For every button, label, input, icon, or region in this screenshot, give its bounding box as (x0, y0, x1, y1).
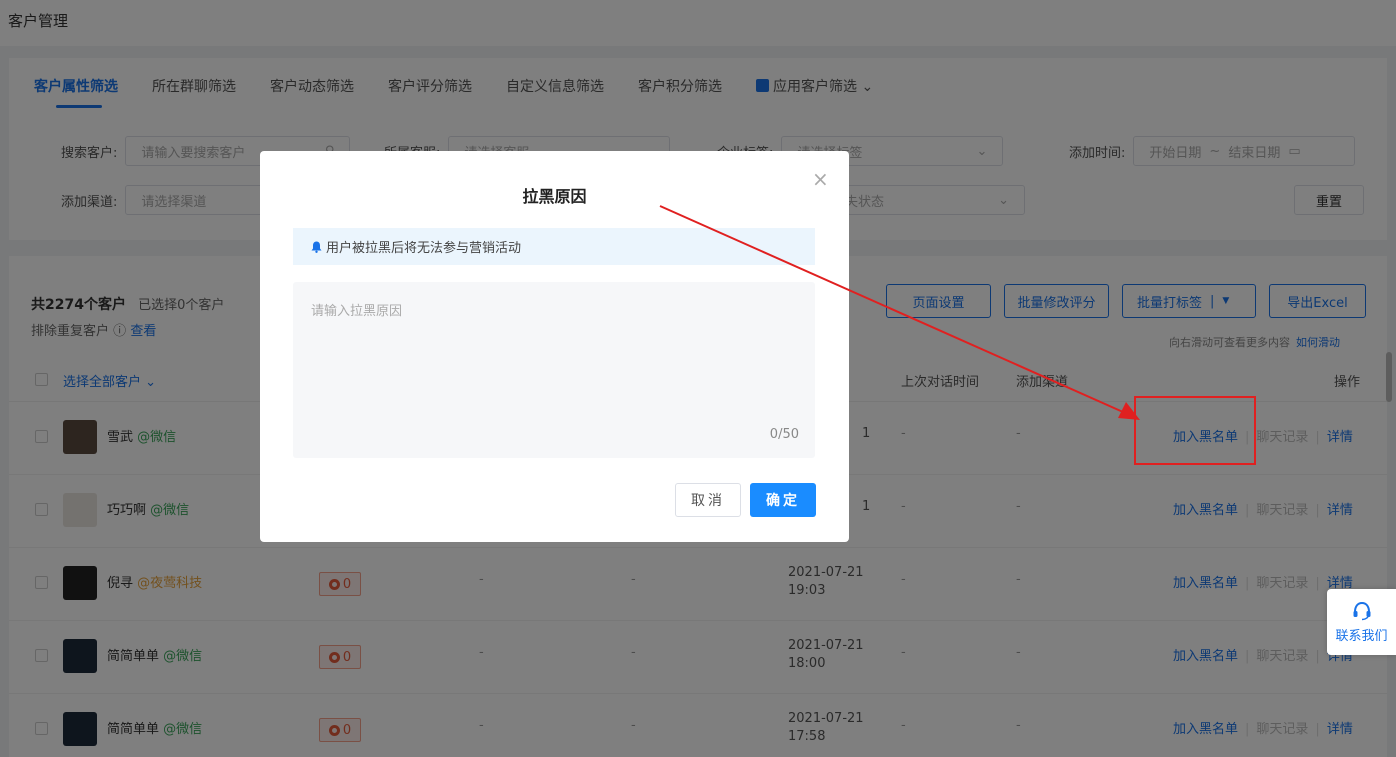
annotation-highlight-box (1134, 396, 1256, 465)
reason-textarea[interactable]: 请输入拉黑原因 0/50 (293, 282, 815, 458)
contact-us-label: 联系我们 (1335, 628, 1388, 644)
char-counter: 0/50 (769, 427, 799, 442)
reason-placeholder: 请输入拉黑原因 (311, 304, 403, 319)
cancel-button[interactable]: 取消 (675, 483, 741, 517)
headset-icon (1353, 601, 1370, 620)
notice-text: 用户被拉黑后将无法参与营销活动 (326, 241, 522, 256)
contact-us-button[interactable]: 联系我们 (1327, 589, 1396, 655)
dialog-title: 拉黑原因 (522, 187, 587, 206)
bell-icon (311, 241, 322, 253)
confirm-button[interactable]: 确定 (750, 483, 816, 517)
notice-bar: 用户被拉黑后将无法参与营销活动 (293, 228, 815, 265)
close-icon[interactable]: × (812, 169, 829, 189)
blacklist-reason-dialog: 拉黑原因 × 用户被拉黑后将无法参与营销活动 请输入拉黑原因 0/50 取消 确… (260, 151, 849, 542)
